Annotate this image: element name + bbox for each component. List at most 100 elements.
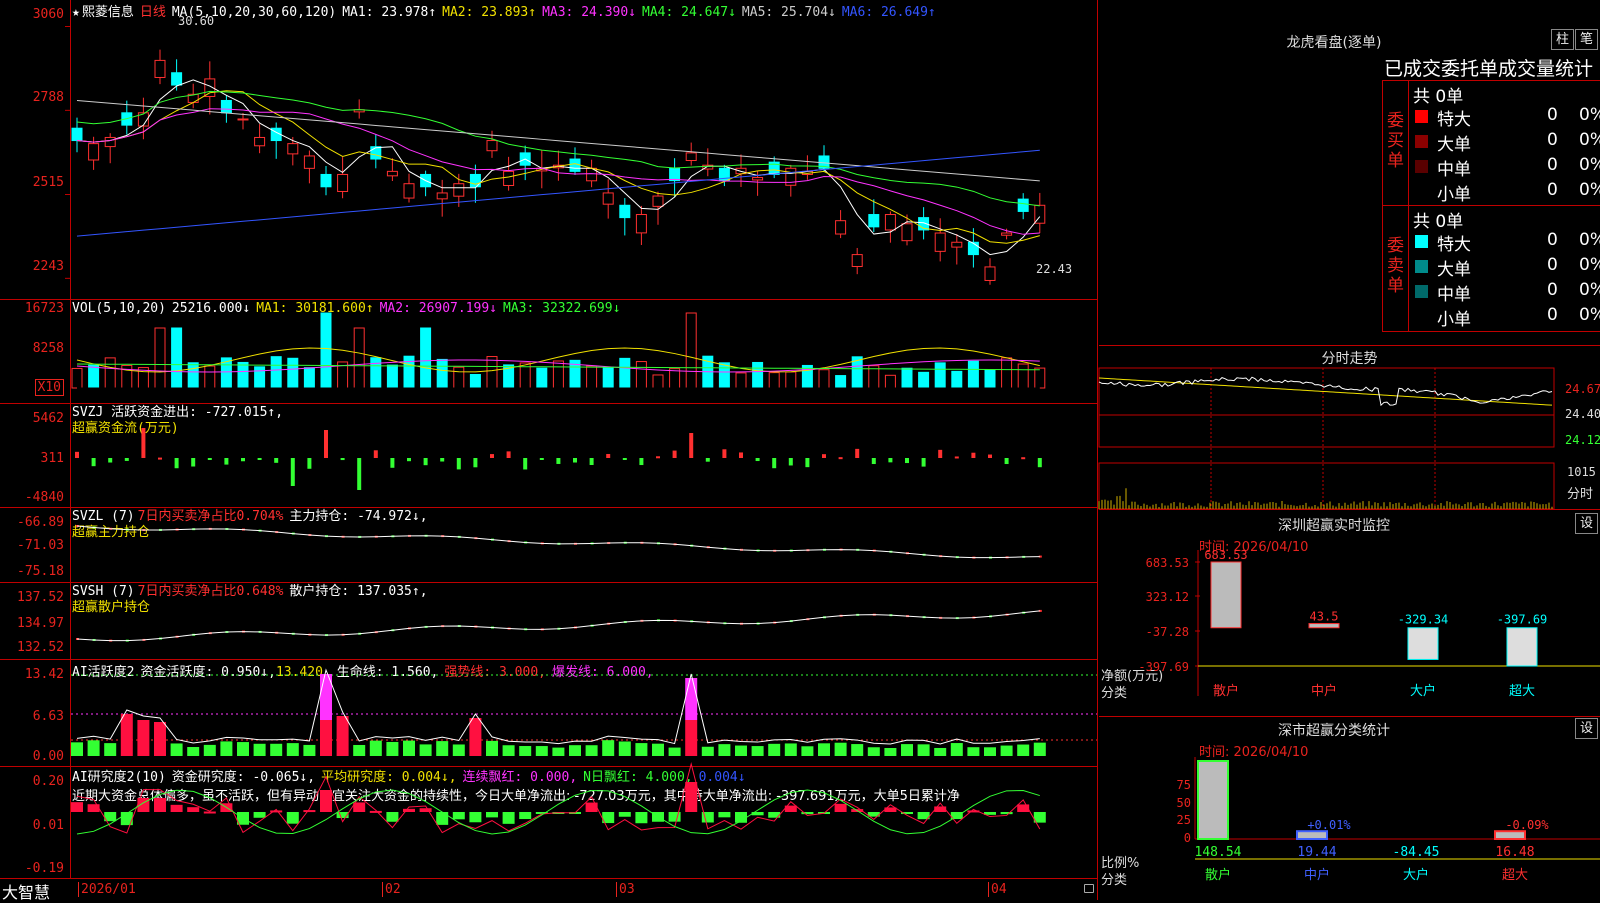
candle-body: [934, 232, 946, 252]
ai-research-pane[interactable]: 0.20 0.01 -0.19 AI研究度2(10) 资金研究度: -0.065↓…: [0, 762, 1098, 879]
candle-body: [104, 136, 116, 148]
svsh-y-tick: 134.97: [17, 616, 64, 631]
svzj-bar: [739, 452, 743, 458]
ai-research-bar: [486, 812, 498, 818]
price-pane[interactable]: 3060 2788 2515 2243 ★ 熙菱信息 日线 MA(5,10,20,30…: [0, 0, 1098, 300]
candle-body: [469, 173, 481, 188]
volume-y-tick: 8258: [32, 341, 64, 356]
sell-super-value: 0: [1547, 230, 1558, 250]
svzl-line: [76, 525, 1040, 559]
ai-activity-bar: [436, 741, 449, 756]
svzj-bar: [573, 458, 577, 463]
ai-research-bar: [635, 812, 648, 824]
volume-bar: [453, 366, 465, 389]
svzj-bar: [390, 458, 395, 468]
svzj-bar: [805, 458, 810, 468]
ai-activity-pane[interactable]: 13.42 6.63 0.00 AI活跃度2 资金活跃度: 0.950↓,13.4…: [0, 660, 1098, 767]
svzj-bar: [340, 458, 345, 461]
buy-small-label: 小单: [1437, 185, 1471, 205]
classify-y-tick: 25: [1177, 813, 1191, 827]
ai-activity-line: [76, 668, 1040, 745]
tick-mode-button[interactable]: 笔: [1575, 29, 1598, 50]
intraday-chart[interactable]: [1098, 367, 1600, 510]
price-chart[interactable]: [65, 0, 1097, 299]
lock-icon[interactable]: [1084, 884, 1094, 893]
ai-activity-bar: [187, 747, 200, 756]
ai-activity-bar: [768, 743, 781, 756]
ai-activity-chart[interactable]: [71, 660, 1097, 766]
monitor-y-tick: -37.28: [1146, 625, 1189, 639]
volume-chart[interactable]: [71, 300, 1097, 403]
svzj-bar: [1004, 458, 1009, 465]
buy-row-medium: 中单 0 0%: [1413, 155, 1600, 180]
classify-category-label: 大户: [1403, 867, 1429, 883]
price-y-tick: 3060: [32, 7, 64, 22]
volume-pane[interactable]: 16723 8258 X10 VOL(5,10,20) 25216.000↓ MA1…: [0, 300, 1098, 404]
sell-row-small: 小单 0 0%: [1413, 305, 1600, 330]
bar-mode-button[interactable]: 柱: [1551, 29, 1574, 50]
buy-rows: 特大 0 0% 大单 0 0% 中单 0 0% 小单 0 0%: [1413, 105, 1600, 205]
ai-activity-bar: [569, 745, 581, 756]
ai-activity-bar: [87, 740, 100, 756]
svzj-pane[interactable]: 5462 311 -4840 SVZJ 活跃资金进出: -727.015↑, 超…: [0, 404, 1098, 508]
dragon-panel: 龙虎看盘(逐单) 柱 笔 已成交委托单成交量统计 委买单 共 0单 特大 0 0…: [1099, 0, 1600, 346]
ai-research-y-tick: 0.01: [32, 818, 64, 833]
svzl-pane[interactable]: -66.89 -71.03 -75.18 SVZL (7) 7日内买卖净占比0.7…: [0, 508, 1098, 583]
svsh-y-axis: 137.52 134.97 132.52: [0, 583, 71, 659]
svzj-bar: [921, 458, 926, 467]
candle-body: [1001, 232, 1013, 236]
svzj-bar: [589, 458, 594, 466]
classify-y-tick: 0: [1184, 831, 1191, 845]
svsh-pane[interactable]: 137.52 134.97 132.52 SVSH (7) 7日内买卖净占比0.6…: [0, 583, 1098, 660]
volume-bar: [1001, 357, 1013, 389]
candle-body: [370, 146, 382, 160]
buy-medium-swatch: [1415, 160, 1428, 173]
ai-activity-bar: [984, 747, 996, 756]
ai-activity-bar: [917, 744, 930, 756]
svzj-bar: [440, 458, 445, 462]
svzj-bar: [506, 451, 511, 458]
sell-side-label: 委卖单: [1383, 206, 1409, 331]
ai-activity-bar: [369, 740, 382, 756]
volume-bar: [536, 367, 548, 389]
ai-activity-bar: [585, 745, 598, 756]
svsh-chart[interactable]: [71, 583, 1097, 659]
candle-body: [403, 183, 415, 199]
svzj-bar: [373, 450, 378, 458]
candle-body: [635, 214, 647, 234]
buy-small-value: 0: [1547, 180, 1558, 200]
volume-bar: [353, 327, 365, 389]
intraday-panel[interactable]: 分时走势 24.67 24.40 24.12 1015 分时: [1098, 346, 1600, 510]
ai-research-bar: [618, 812, 631, 817]
sell-block: 委卖单 共 0单 特大 0 0% 大单 0 0% 中单 0 0%: [1382, 205, 1600, 332]
volume-bar: [1017, 363, 1029, 389]
svzj-chart[interactable]: [71, 404, 1097, 507]
volume-bar: [287, 357, 299, 389]
svzl-chart[interactable]: [71, 508, 1097, 582]
candle-body: [320, 173, 332, 188]
svzj-bar: [191, 458, 196, 467]
ai-activity-bar: [303, 744, 316, 756]
buy-large-value: 0: [1547, 130, 1558, 150]
ai-activity-bar: [154, 722, 166, 756]
ai-activity-y-tick: 0.00: [32, 749, 64, 764]
svzj-bar: [971, 452, 976, 458]
ai-activity-bar: [950, 743, 963, 756]
candle-body: [287, 143, 299, 155]
ai-research-bar: [253, 812, 266, 818]
svzj-bar: [290, 458, 295, 486]
candle-body: [88, 143, 100, 161]
volume-unit: X10: [34, 379, 64, 396]
buy-small-pct: 0%: [1579, 180, 1600, 200]
svsh-line: [76, 610, 1040, 642]
ai-research-chart[interactable]: [71, 762, 1097, 878]
ai-activity-bar: [253, 743, 266, 756]
volume-bar: [254, 366, 266, 389]
volume-bar: [320, 312, 332, 389]
monitor-y-tick: 683.53: [1146, 556, 1189, 570]
buy-large-pct: 0%: [1579, 130, 1600, 150]
volume-y-axis: 16723 8258 X10: [0, 300, 71, 403]
ai-research-bar: [187, 807, 200, 812]
x-axis-label: 04: [988, 882, 1007, 897]
buy-large-swatch: [1415, 135, 1428, 148]
